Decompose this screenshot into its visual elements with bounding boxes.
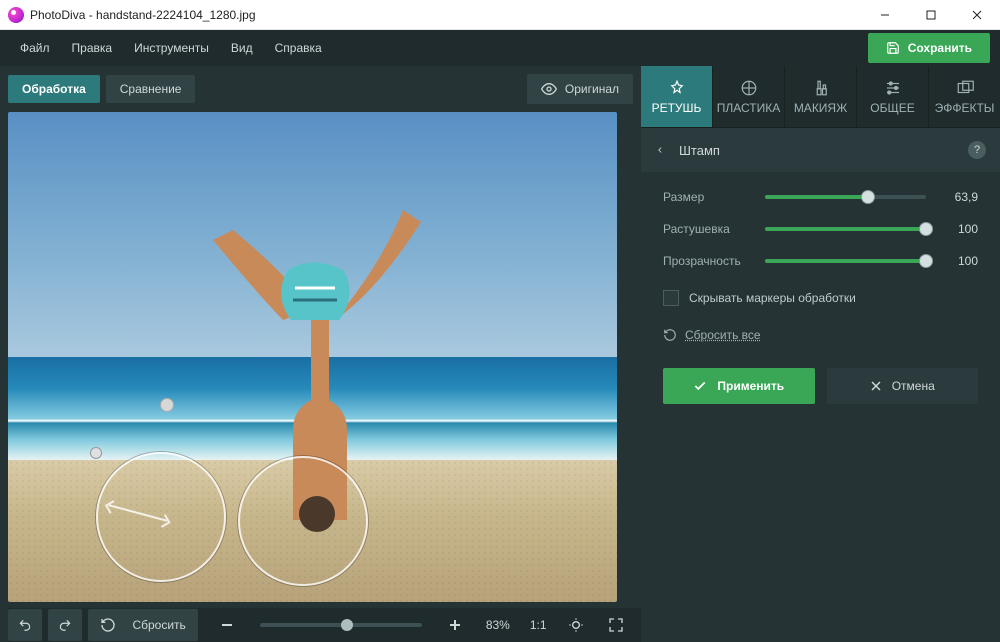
plastic-icon (740, 79, 758, 97)
zoom-value: 83% (486, 618, 510, 632)
undo-button[interactable] (8, 609, 42, 641)
save-button[interactable]: Сохранить (868, 33, 990, 63)
original-label: Оригинал (565, 82, 619, 96)
slider-size-track[interactable] (765, 195, 926, 199)
reset-icon (90, 609, 126, 641)
menu-view[interactable]: Вид (221, 35, 263, 61)
action-buttons: Применить Отмена (663, 368, 978, 404)
minimize-button[interactable] (862, 0, 908, 30)
zoom-slider[interactable] (260, 623, 422, 627)
tab-makeup[interactable]: МАКИЯЖ (785, 66, 857, 127)
left-tabs: Обработка Сравнение Оригинал (8, 74, 641, 104)
tool-tabs: РЕТУШЬ ПЛАСТИКА МАКИЯЖ ОБЩЕЕ ЭФФЕКТЫ (641, 66, 1000, 128)
slider-opacity-value: 100 (938, 254, 978, 268)
slider-feather-value: 100 (938, 222, 978, 236)
effects-icon (956, 79, 974, 97)
back-button[interactable] (655, 143, 665, 157)
image-canvas[interactable] (8, 112, 617, 602)
zoom-out-button[interactable] (210, 609, 244, 641)
bottom-toolbar: Сбросить 83% 1:1 (8, 608, 641, 642)
menu-file[interactable]: Файл (10, 35, 60, 61)
redo-button[interactable] (48, 609, 82, 641)
hide-markers-row: Скрывать маркеры обработки (663, 290, 978, 306)
sliders-icon (884, 79, 902, 97)
cancel-button[interactable]: Отмена (827, 368, 979, 404)
reset-all-label: Сбросить все (685, 328, 761, 342)
slider-size-value: 63,9 (938, 190, 978, 204)
slider-feather-label: Растушевка (663, 222, 753, 236)
left-pane: Обработка Сравнение Оригинал (0, 66, 641, 642)
panel-header: Штамп ? (641, 128, 1000, 172)
clone-source-marker[interactable] (160, 398, 174, 412)
zoom-1to1-button[interactable]: 1:1 (524, 609, 553, 641)
retouch-icon (668, 79, 686, 97)
panel-title: Штамп (679, 143, 720, 158)
slider-feather: Растушевка 100 (663, 222, 978, 236)
tab-edit[interactable]: Обработка (8, 75, 100, 103)
window-title: PhotoDiva - handstand-2224104_1280.jpg (30, 8, 256, 22)
tab-effects[interactable]: ЭФФЕКТЫ (929, 66, 1000, 127)
close-button[interactable] (954, 0, 1000, 30)
hide-markers-checkbox[interactable] (663, 290, 679, 306)
menu-tools[interactable]: Инструменты (124, 35, 219, 61)
hide-markers-label: Скрывать маркеры обработки (689, 291, 856, 305)
help-button[interactable]: ? (968, 141, 986, 159)
tab-retouch[interactable]: РЕТУШЬ (641, 66, 713, 127)
slider-size: Размер 63,9 (663, 190, 978, 204)
maximize-button[interactable] (908, 0, 954, 30)
tab-retouch-label: РЕТУШЬ (652, 101, 702, 115)
tab-plastic[interactable]: ПЛАСТИКА (713, 66, 785, 127)
clone-circle-target[interactable] (238, 456, 368, 586)
menu-help[interactable]: Справка (265, 35, 332, 61)
clone-handle-dot[interactable] (90, 447, 102, 459)
cancel-label: Отмена (892, 379, 935, 393)
tab-general[interactable]: ОБЩЕЕ (857, 66, 929, 127)
main-area: Обработка Сравнение Оригинал (0, 66, 1000, 642)
apply-label: Применить (717, 379, 784, 393)
check-icon (693, 379, 707, 393)
slider-opacity-track[interactable] (765, 259, 926, 263)
menu-edit[interactable]: Правка (62, 35, 123, 61)
tab-general-label: ОБЩЕЕ (870, 101, 914, 115)
fullscreen-button[interactable] (599, 609, 633, 641)
zoom-in-button[interactable] (438, 609, 472, 641)
1to1-label: 1:1 (530, 618, 547, 632)
canvas-wrap (8, 112, 641, 602)
tab-plastic-label: ПЛАСТИКА (717, 101, 780, 115)
slider-feather-track[interactable] (765, 227, 926, 231)
reset-button[interactable]: Сбросить (88, 609, 197, 641)
makeup-icon (812, 79, 830, 97)
save-label: Сохранить (908, 41, 972, 55)
title-bar: PhotoDiva - handstand-2224104_1280.jpg (0, 0, 1000, 30)
slider-opacity: Прозрачность 100 (663, 254, 978, 268)
x-icon (870, 380, 882, 392)
panel-body: Размер 63,9 Растушевка 100 Прозрачность … (641, 172, 1000, 422)
fit-screen-button[interactable] (559, 609, 593, 641)
slider-size-label: Размер (663, 190, 753, 204)
tab-makeup-label: МАКИЯЖ (794, 101, 847, 115)
menu-bar: Файл Правка Инструменты Вид Справка Сохр… (0, 30, 1000, 66)
original-toggle[interactable]: Оригинал (527, 74, 633, 104)
eye-icon (541, 81, 557, 97)
save-icon (886, 41, 900, 55)
apply-button[interactable]: Применить (663, 368, 815, 404)
tab-compare[interactable]: Сравнение (106, 75, 196, 103)
reset-all-link[interactable]: Сбросить все (663, 328, 978, 342)
slider-opacity-label: Прозрачность (663, 254, 753, 268)
reset-label: Сбросить (132, 618, 185, 632)
app-icon (8, 7, 24, 23)
reset-all-icon (663, 328, 677, 342)
right-pane: РЕТУШЬ ПЛАСТИКА МАКИЯЖ ОБЩЕЕ ЭФФЕКТЫ Шта… (641, 66, 1000, 642)
tab-effects-label: ЭФФЕКТЫ (935, 101, 995, 115)
